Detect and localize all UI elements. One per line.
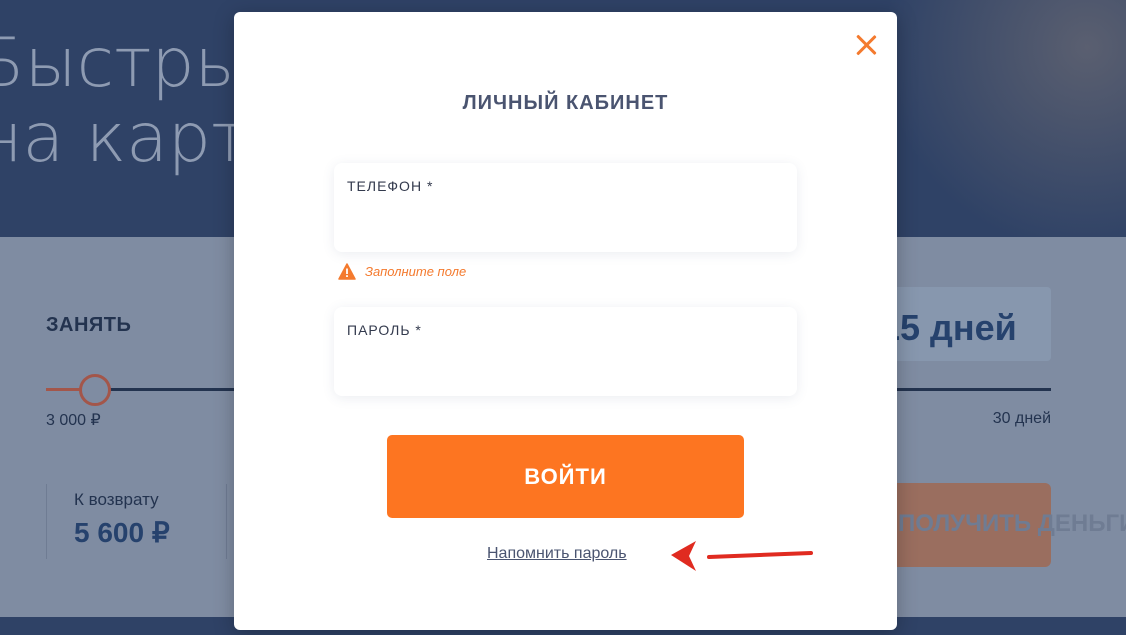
login-button[interactable]: ВОЙТИ <box>387 435 744 518</box>
annotation-arrow <box>671 541 813 571</box>
phone-error-text: Заполните поле <box>365 263 467 279</box>
return-label: К возврату <box>74 490 159 509</box>
phone-input[interactable] <box>347 207 784 237</box>
get-money-button-label: ПОЛУЧИТЬ ДЕНЬГИ <box>898 510 1126 537</box>
remind-password-link[interactable]: Напомнить пароль <box>487 545 627 563</box>
password-label: ПАРОЛЬ * <box>347 322 422 338</box>
loan-amount-label: ЗАНЯТЬ <box>46 314 132 336</box>
summary-divider <box>226 484 227 559</box>
amount-slider-min: 3 000 ₽ <box>46 412 101 429</box>
amount-slider-thumb[interactable] <box>79 374 111 406</box>
amount-slider-fill <box>46 388 82 391</box>
days-slider-track[interactable] <box>880 388 1051 391</box>
phone-error: Заполните поле <box>338 262 466 280</box>
close-icon[interactable] <box>854 32 878 56</box>
phone-label: ТЕЛЕФОН * <box>347 178 434 194</box>
return-value: 5 600 ₽ <box>74 517 170 548</box>
password-field[interactable]: ПАРОЛЬ * <box>334 307 797 396</box>
phone-field[interactable]: ТЕЛЕФОН * <box>334 163 797 252</box>
modal-title: ЛИЧНЫЙ КАБИНЕТ <box>462 92 669 114</box>
days-value: 15 дней <box>880 307 1017 348</box>
password-input[interactable] <box>347 351 784 381</box>
hero-glow <box>866 0 1126 237</box>
warning-icon <box>338 262 356 280</box>
days-slider-max: 30 дней <box>992 410 1051 427</box>
